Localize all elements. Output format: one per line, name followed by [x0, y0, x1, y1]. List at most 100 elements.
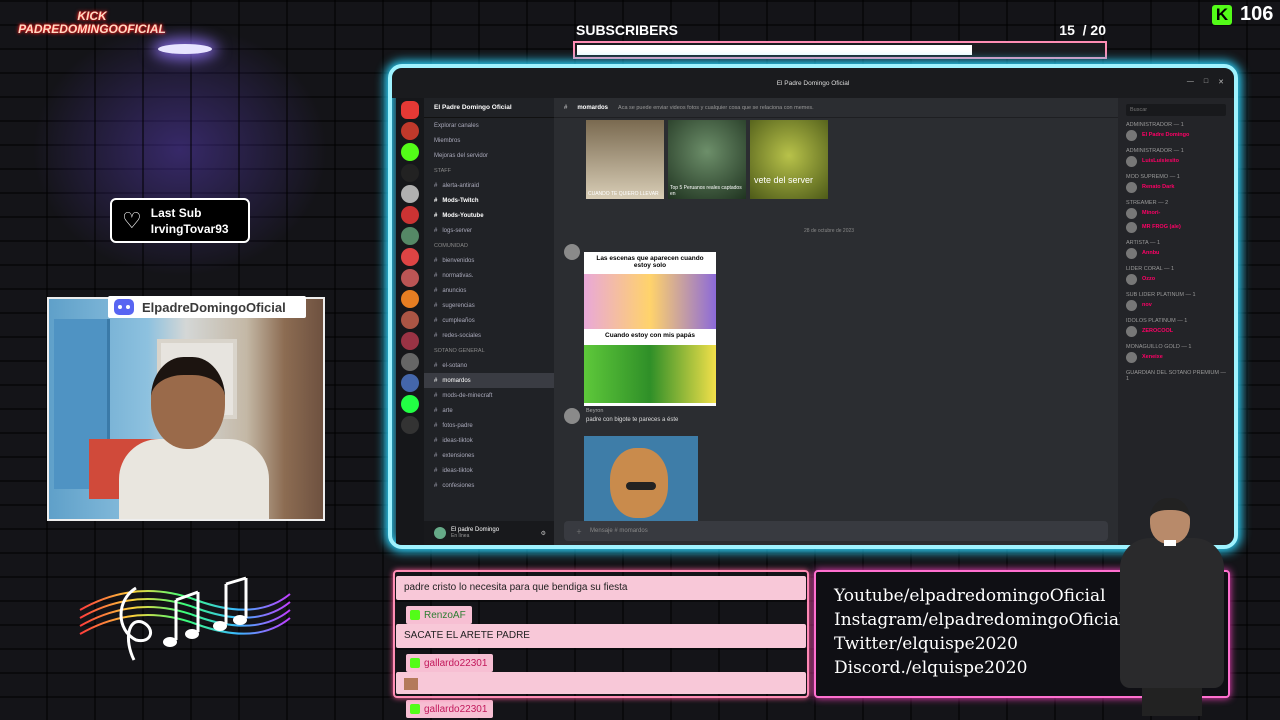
discord-window-title: El Padre Domingo Oficial	[776, 79, 850, 87]
music-notes-decoration	[79, 576, 291, 661]
member-item[interactable]: MR FROG (ale)	[1126, 220, 1226, 234]
channel-item[interactable]: # bienvenidos	[424, 253, 554, 268]
member-item[interactable]: El Padre Domingo	[1126, 128, 1226, 142]
channel-item[interactable]: # redes-sociales	[424, 328, 554, 343]
add-attachment-icon[interactable]: ＋	[576, 527, 582, 536]
server-name-header[interactable]: El Padre Domingo Oficial	[424, 98, 554, 118]
server-menu-item[interactable]: Mejoras del servidor	[424, 148, 554, 163]
channel-category[interactable]: COMUNIDAD	[424, 238, 554, 253]
thumb-caption: vete del server	[754, 175, 814, 185]
channel-item[interactable]: # logs-server	[424, 223, 554, 238]
member-item[interactable]: LuisLuisiesito	[1126, 154, 1226, 168]
video-thumbnails: CUANDO TE QUIERO LLEVAR Top 5 Peruanos r…	[586, 120, 828, 199]
channel-item[interactable]: # mods-de-minecraft	[424, 388, 554, 403]
member-item[interactable]: Minori-	[1126, 206, 1226, 220]
member-avatar	[1126, 247, 1137, 259]
channel-label: ideas-tiktok	[442, 467, 473, 474]
search-input[interactable]: Buscar	[1126, 104, 1226, 116]
add-server-icon[interactable]	[401, 416, 419, 434]
server-icon[interactable]	[401, 248, 419, 266]
message-composer[interactable]: ＋ Mensaje # momardos	[564, 521, 1108, 541]
member-item[interactable]: Xeneixe	[1126, 350, 1226, 364]
channel-item[interactable]: # Mods-Youtube	[424, 208, 554, 223]
chat-emote	[404, 678, 418, 690]
maximize-icon[interactable]: □	[1204, 78, 1208, 86]
server-icon[interactable]	[401, 122, 419, 140]
server-icon[interactable]	[401, 164, 419, 182]
chat-area: # momardos Aca se puede enviar videos fo…	[554, 98, 1118, 545]
member-item[interactable]: Annbu	[1126, 246, 1226, 260]
heart-outline-icon: ♡	[122, 207, 142, 233]
discord-icon	[114, 299, 134, 315]
channel-item[interactable]: # alerta-antiraid	[424, 178, 554, 193]
meme-panel	[584, 345, 716, 403]
member-item[interactable]: nov	[1126, 298, 1226, 312]
discord-banner: ElpadreDomingoOficial	[108, 296, 306, 318]
server-icon[interactable]	[401, 206, 419, 224]
subscribers-label: SUBSCRIBERS	[576, 22, 678, 38]
channel-item[interactable]: # arte	[424, 403, 554, 418]
server-icon-nuevo[interactable]	[401, 101, 419, 119]
server-icon[interactable]	[401, 290, 419, 308]
channel-item[interactable]: # ideas-tiktok	[424, 463, 554, 478]
video-thumbnail[interactable]: vete del server	[750, 120, 828, 199]
channel-label: sugerencias	[442, 302, 475, 309]
discord-link: Discord./elquispe2020	[834, 658, 1028, 678]
channel-label: confesiones	[442, 482, 475, 489]
video-thumbnail[interactable]: Top 5 Peruanos reales captados en	[668, 120, 746, 199]
potato-head-image[interactable]	[584, 436, 698, 526]
channel-item[interactable]: # el-sotano	[424, 358, 554, 373]
server-menu-item[interactable]: Miembros	[424, 133, 554, 148]
stream-overlay: { "overlay": { "kick_tag_line1": "KICK",…	[0, 0, 1280, 720]
kick-tag-line2: PADREDOMINGOOFICIAL	[18, 22, 166, 36]
server-icon[interactable]	[401, 143, 419, 161]
member-avatar	[1126, 273, 1137, 285]
member-item[interactable]: Renato Dark	[1126, 180, 1226, 194]
channel-label: cumpleaños	[442, 317, 475, 324]
channel-category[interactable]: SOTANO GENERAL	[424, 343, 554, 358]
hash-icon: #	[434, 422, 438, 429]
channel-item[interactable]: # fotos-padre	[424, 418, 554, 433]
channel-category[interactable]: STAFF	[424, 163, 554, 178]
server-icon[interactable]	[401, 374, 419, 392]
meme-image[interactable]: Las escenas que aparecen cuando estoy so…	[584, 252, 716, 406]
server-icon[interactable]	[401, 311, 419, 329]
member-item[interactable]: Ozzo	[1126, 272, 1226, 286]
close-icon[interactable]: ✕	[1218, 78, 1224, 86]
channel-item[interactable]: # momardos	[424, 373, 554, 388]
channel-item[interactable]: # sugerencias	[424, 298, 554, 313]
server-icon[interactable]	[401, 269, 419, 287]
channel-list: El Padre Domingo Oficial Explorar canale…	[424, 98, 554, 545]
channel-item[interactable]: # ideas-tiktok	[424, 433, 554, 448]
twitter-link: Twitter/elquispe2020	[834, 634, 1018, 654]
channel-item[interactable]: # Mods-Twitch	[424, 193, 554, 208]
server-icon[interactable]	[401, 227, 419, 245]
message-avatar[interactable]	[564, 408, 580, 424]
hash-icon: #	[564, 104, 568, 111]
user-avatar[interactable]	[434, 527, 446, 539]
server-menu-label: Explorar canales	[434, 122, 479, 129]
minimize-icon[interactable]: —	[1187, 78, 1194, 86]
server-icon[interactable]	[401, 353, 419, 371]
hash-icon: #	[434, 392, 438, 399]
server-icon[interactable]	[401, 185, 419, 203]
channel-item[interactable]: # cumpleaños	[424, 313, 554, 328]
member-role-header: Guardian del Sotano PREMIUM — 1	[1126, 370, 1226, 382]
channel-topic: Aca se puede enviar videos fotos y cualq…	[618, 104, 814, 111]
video-thumbnail[interactable]: CUANDO TE QUIERO LLEVAR	[586, 120, 664, 199]
message-avatar[interactable]	[564, 244, 580, 260]
member-avatar	[1126, 325, 1137, 337]
server-menu-item[interactable]: Explorar canales	[424, 118, 554, 133]
channel-item[interactable]: # confesiones	[424, 478, 554, 493]
channel-item[interactable]: # normativas.	[424, 268, 554, 283]
channel-item[interactable]: # extensiones	[424, 448, 554, 463]
streamer-head	[151, 357, 225, 449]
streamer-body	[119, 439, 269, 519]
server-icon[interactable]	[401, 332, 419, 350]
server-icon[interactable]	[401, 395, 419, 413]
settings-gear-icon[interactable]: ⚙	[541, 530, 546, 537]
channel-item[interactable]: # anuncios	[424, 283, 554, 298]
member-item[interactable]: ZEROCOOL	[1126, 324, 1226, 338]
priest-figure	[1120, 498, 1226, 716]
member-name: Renato Dark	[1142, 184, 1175, 190]
